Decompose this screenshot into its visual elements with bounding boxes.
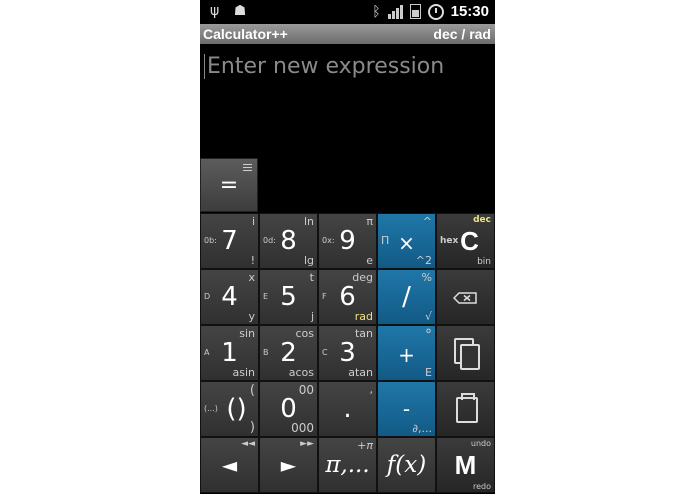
backspace-icon [453,292,477,304]
minus-bottom: ∂,... [412,422,432,435]
brackets-button[interactable]: ( (...) () ) [200,381,259,437]
equals-label: = [219,173,239,198]
divide-button[interactable]: % / √ [377,269,436,325]
key-5-label: 5 [280,282,297,312]
bluetooth-icon: ᛒ [372,3,381,20]
memory-redo-label: redo [472,482,491,491]
status-time: 15:30 [450,3,489,20]
backspace-button[interactable] [436,269,495,325]
key-6-label: 6 [339,282,356,312]
battery-icon [409,4,421,19]
divide-label: / [402,282,411,312]
divide-bottom: √ [424,310,432,323]
decimal-point-button[interactable]: , . [318,381,377,437]
status-left-icons: ψ ☗ [210,3,256,19]
copy-button[interactable] [436,325,495,381]
constants-button[interactable]: +π π,... [318,437,377,493]
clear-bottom: bin [477,257,491,267]
memory-undo-label: undo [470,439,491,448]
key-7-label: 7 [221,226,238,256]
android-debug-icon: ☗ [233,3,247,19]
key-4[interactable]: x D 4 y [200,269,259,325]
key-5-bottom: j [310,310,314,323]
clear-label: C [460,226,479,256]
equals-button[interactable]: = [200,158,258,212]
key-2[interactable]: cos B 2 acos [259,325,318,381]
key-6-bottom: rad [354,310,373,323]
multiply-top: ^ [422,215,432,228]
key-3-bottom: atan [348,366,373,379]
status-bar: ψ ☗ ᛒ 15:30 [200,0,495,24]
brackets-bottom: ) [249,420,255,435]
clear-top: dec [473,215,491,225]
memory-label: M [454,450,477,480]
key-3[interactable]: tan C 3 atan [318,325,377,381]
key-1-label: 1 [221,338,238,368]
key-9-label: 9 [339,226,356,256]
angle-numeral-mode[interactable]: dec / rad [433,26,491,42]
key-6[interactable]: deg F 6 rad [318,269,377,325]
decimal-label: . [343,394,352,424]
key-2-label: 2 [280,338,297,368]
minus-button[interactable]: - ∂,... [377,381,436,437]
constants-label: π,... [325,452,370,478]
functions-label: f(x) [386,452,427,478]
cursor-right-top: ►► [300,439,314,449]
functions-button[interactable]: f(x) [377,437,436,493]
cursor-left-icon: ◄ [221,453,238,477]
key-2-bottom: acos [288,366,314,379]
clear-button[interactable]: dec hex C bin [436,213,495,269]
key-8-label: 8 [280,226,297,256]
title-bar: Calculator++ dec / rad [200,24,495,44]
key-7[interactable]: i 0b: 7 ! [200,213,259,269]
multiply-bottom: ^2 [415,254,432,267]
usb-icon: ψ [210,3,220,19]
signal-icon [387,4,403,19]
key-5[interactable]: t E 5 j [259,269,318,325]
cursor-right-icon: ► [280,453,297,477]
plus-button[interactable]: ° + E [377,325,436,381]
key-3-label: 3 [339,338,356,368]
key-0-bottom: 000 [291,421,314,435]
cursor-left-top: ◄◄ [241,439,255,449]
key-0[interactable]: 00 0 000 [259,381,318,437]
alarm-clock-icon [427,3,444,20]
status-right-icons: ᛒ 15:30 [372,3,489,20]
expression-display [200,44,495,158]
cursor-left-button[interactable]: ◄◄ ◄ [200,437,259,493]
key-9[interactable]: π 0x: 9 e [318,213,377,269]
paste-button[interactable] [436,381,495,437]
key-1-bottom: asin [232,366,256,379]
plus-bottom: E [425,366,432,379]
app-title: Calculator++ [203,26,288,42]
multiply-button[interactable]: ^ Π × ^2 [377,213,436,269]
key-7-bottom: ! [250,254,255,267]
key-0-label: 0 [280,394,297,424]
expression-input[interactable] [204,54,487,79]
cursor-right-button[interactable]: ►► ► [259,437,318,493]
key-4-label: 4 [221,282,238,312]
phone-screen: ψ ☗ ᛒ 15:30 Calculator++ dec / rad = i 0… [200,0,495,494]
menu-lines-icon [243,164,252,173]
key-8[interactable]: ln 0d: 8 lg [259,213,318,269]
memory-button[interactable]: undo M redo [436,437,495,493]
key-8-bottom: lg [303,254,314,267]
minus-label: - [402,397,411,421]
key-1[interactable]: sin A 1 asin [200,325,259,381]
key-9-bottom: e [366,254,373,267]
key-4-bottom: y [248,310,255,323]
